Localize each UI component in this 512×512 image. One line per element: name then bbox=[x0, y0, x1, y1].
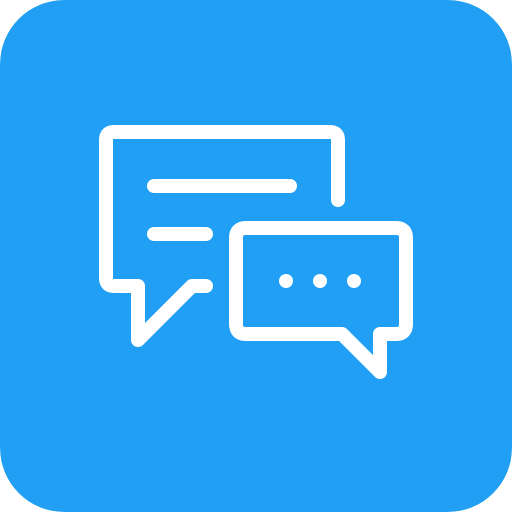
app-icon-background bbox=[0, 0, 512, 512]
typing-dot-3 bbox=[347, 274, 361, 288]
app-icon-tile[interactable] bbox=[0, 0, 512, 512]
typing-dot-1 bbox=[279, 274, 293, 288]
chat-bubbles-icon bbox=[0, 0, 512, 512]
typing-dot-2 bbox=[313, 274, 327, 288]
